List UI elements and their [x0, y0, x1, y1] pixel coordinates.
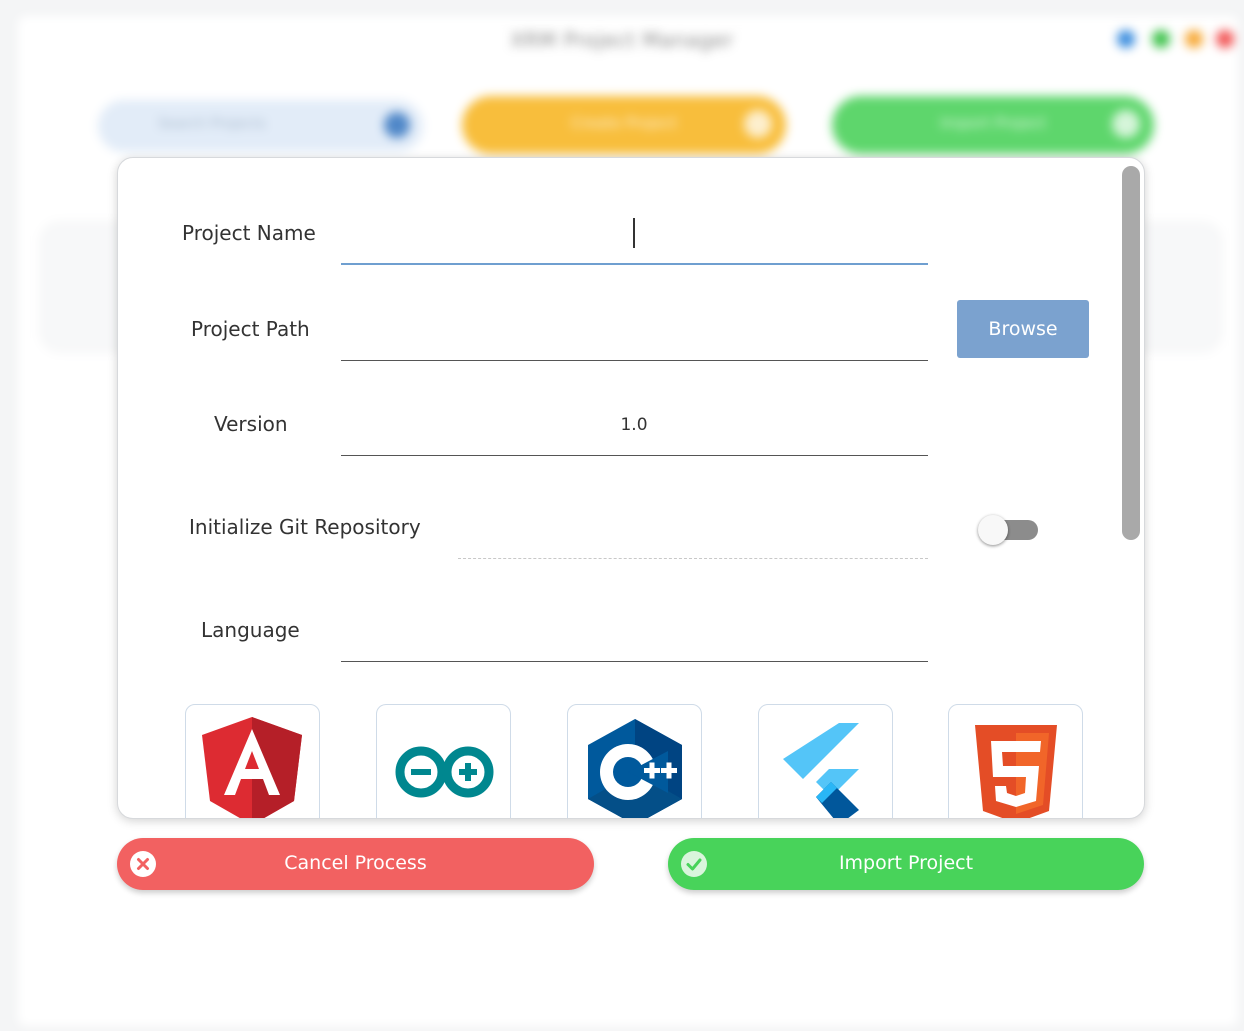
search-bar[interactable]: Search Projects	[98, 100, 423, 152]
version-underline	[341, 455, 928, 456]
project-name-label: Project Name	[182, 221, 316, 245]
text-cursor	[633, 218, 635, 248]
import-project-header-label: Import Project	[940, 114, 1046, 132]
language-card-angular[interactable]	[185, 704, 320, 818]
scrollbar-thumb[interactable]	[1122, 166, 1140, 540]
language-input[interactable]	[341, 613, 927, 649]
add-icon	[744, 110, 772, 138]
angular-icon	[202, 717, 302, 818]
git-toggle-knob	[978, 515, 1008, 545]
language-card-cplusplus[interactable]	[567, 704, 702, 818]
create-project-label: Create Project	[571, 114, 677, 132]
version-input[interactable]	[341, 407, 927, 443]
git-divider	[458, 558, 928, 559]
project-name-underline	[341, 263, 928, 265]
language-card-html5[interactable]	[948, 704, 1083, 818]
import-project-header-button[interactable]: Import Project	[832, 96, 1154, 154]
window-control-2[interactable]	[1152, 30, 1170, 48]
git-toggle[interactable]	[978, 515, 1038, 545]
language-underline	[341, 661, 928, 662]
window-control-1[interactable]	[1117, 30, 1135, 48]
import-project-button[interactable]: Import Project	[668, 838, 1144, 890]
arduino-icon	[395, 746, 494, 798]
import-icon	[1112, 110, 1140, 138]
cancel-process-button[interactable]: Cancel Process	[117, 838, 594, 890]
cancel-process-label: Cancel Process	[284, 852, 427, 874]
language-card-arduino[interactable]	[376, 704, 511, 818]
search-placeholder: Search Projects	[158, 116, 266, 132]
window-control-4[interactable]	[1216, 30, 1234, 48]
git-label: Initialize Git Repository	[189, 515, 421, 539]
browse-button[interactable]: Browse	[957, 300, 1089, 358]
import-project-label: Import Project	[838, 852, 974, 874]
window-title: XRM Project Manager	[510, 28, 734, 52]
project-path-label: Project Path	[191, 317, 310, 341]
project-path-input[interactable]	[341, 312, 927, 348]
window-control-3[interactable]	[1185, 30, 1203, 48]
cplusplus-icon	[588, 719, 682, 818]
import-project-dialog: Project Name Project Path Browse Version…	[117, 157, 1145, 819]
project-path-underline	[341, 360, 928, 361]
search-icon[interactable]	[384, 112, 410, 138]
scrollbar[interactable]	[1122, 166, 1140, 810]
html5-icon	[975, 725, 1057, 818]
version-label: Version	[214, 412, 288, 436]
language-card-flutter[interactable]	[758, 704, 893, 818]
flutter-icon	[783, 723, 859, 818]
language-label: Language	[201, 618, 300, 642]
create-project-button[interactable]: Create Project	[462, 96, 786, 154]
